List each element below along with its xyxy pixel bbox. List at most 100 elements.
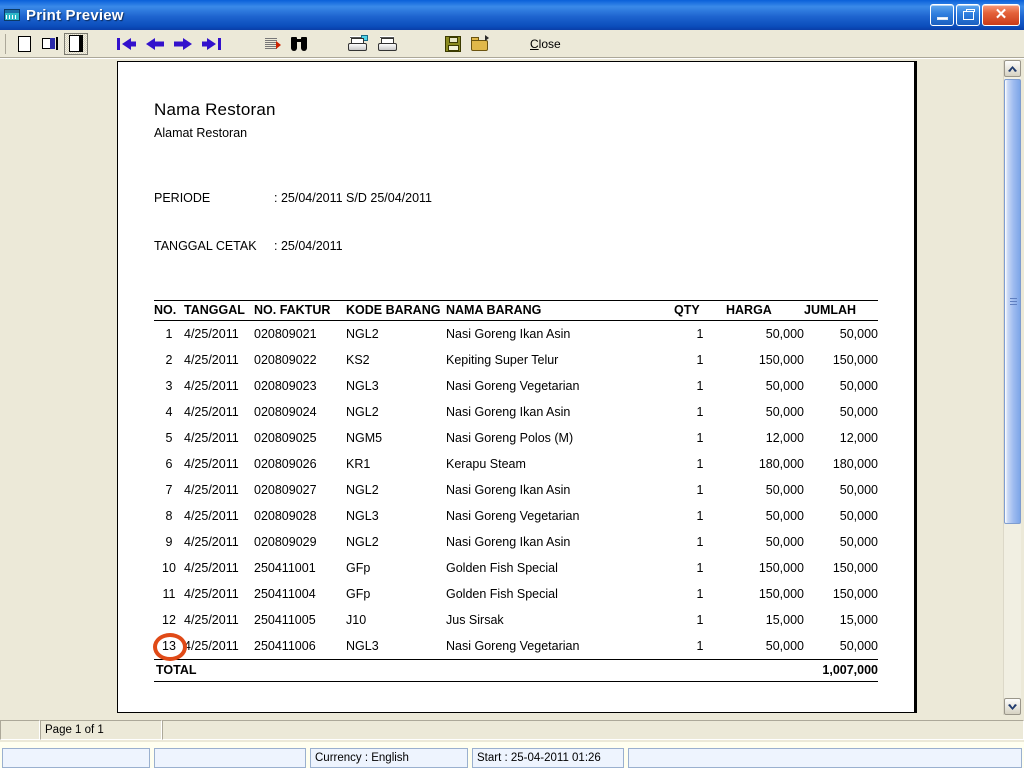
print-preview-window: Print Preview ✕ Close Nama Restoran Alam… (0, 0, 1024, 768)
maximize-restore-button[interactable] (956, 4, 980, 26)
last-page-arrow-icon (201, 37, 221, 51)
vertical-scrollbar[interactable] (1003, 60, 1021, 715)
cell-qty: 1 (696, 353, 704, 367)
goto-page-button[interactable] (261, 33, 285, 55)
cell-no-faktur: 250411004 (254, 587, 316, 601)
cell-jumlah: 180,000 (832, 457, 878, 471)
cell-tanggal: 4/25/2011 (184, 509, 239, 523)
window-controls: ✕ (930, 4, 1020, 26)
status-page-indicator: Page 1 of 1 (40, 720, 162, 740)
cell-qty: 1 (696, 561, 704, 575)
scrollbar-thumb[interactable] (1004, 79, 1021, 524)
two-page-view-button[interactable] (38, 33, 62, 55)
cell-no-faktur: 020809024 (254, 405, 317, 419)
report-table: NO. TANGGAL NO. FAKTUR KODE BARANG NAMA … (154, 300, 878, 682)
status2-start-time: Start : 25-04-2011 01:26 (472, 748, 624, 768)
cell-kode-barang: NGL3 (346, 509, 379, 523)
table-row: 5 4/25/2011 020809025 NGM5 Nasi Goreng Polos… (154, 425, 878, 451)
page-width-view-button[interactable] (64, 32, 88, 55)
cell-no-faktur: 020809028 (254, 509, 317, 523)
table-row: 13 4/25/2011 250411006 NGL3 Nasi Goreng Vege… (154, 633, 878, 660)
find-button[interactable] (287, 33, 311, 55)
cell-kode-barang: NGL3 (346, 379, 379, 393)
cell-jumlah: 50,000 (839, 327, 878, 341)
cell-qty: 1 (696, 509, 704, 523)
cell-no-faktur: 020809029 (254, 535, 317, 549)
cell-tanggal: 4/25/2011 (184, 535, 239, 549)
cell-tanggal: 4/25/2011 (184, 379, 239, 393)
table-row: 4 4/25/2011 020809024 NGL2 Nasi Goreng Ikan … (154, 399, 878, 425)
cell-kode-barang: GFp (346, 587, 371, 601)
print-setup-button[interactable] (344, 33, 372, 55)
total-label: TOTAL (154, 659, 674, 682)
cell-qty: 1 (696, 483, 704, 497)
open-button[interactable] (467, 33, 493, 55)
cell-harga: 50,000 (765, 535, 804, 549)
cell-no-faktur: 250411006 (254, 639, 316, 653)
cell-jumlah: 50,000 (839, 405, 878, 419)
floppy-disk-icon (445, 35, 461, 52)
close-preview-button[interactable]: Close (522, 35, 569, 53)
cell-no: 2 (165, 353, 173, 367)
cell-jumlah: 50,000 (839, 379, 878, 393)
cell-kode-barang: NGL2 (346, 535, 379, 549)
preview-viewport[interactable]: Nama Restoran Alamat Restoran PERIODE : … (3, 61, 1001, 716)
cell-tanggal: 4/25/2011 (184, 587, 239, 601)
cell-no-faktur: 020809023 (254, 379, 317, 393)
title-bar: Print Preview ✕ (0, 0, 1024, 30)
status2-cell-2 (154, 748, 306, 768)
first-page-button[interactable] (114, 33, 140, 55)
report-title: Nama Restoran (154, 100, 276, 119)
cell-nama-barang: Jus Sirsak (446, 613, 504, 627)
cell-nama-barang: Nasi Goreng Vegetarian (446, 639, 580, 653)
printer-icon (378, 35, 398, 52)
report-table-head: NO. TANGGAL NO. FAKTUR KODE BARANG NAMA … (154, 300, 878, 321)
scroll-up-button[interactable] (1004, 60, 1021, 77)
two-page-icon (41, 36, 59, 52)
printer-setup-icon (348, 34, 368, 52)
table-row: 12 4/25/2011 250411005 J10 Jus Sirsak 1 15,000… (154, 607, 878, 633)
cell-no: 8 (165, 509, 173, 523)
next-page-button[interactable] (170, 33, 196, 55)
cell-no: 5 (165, 431, 173, 445)
single-page-view-button[interactable] (12, 33, 36, 55)
cell-jumlah: 150,000 (832, 587, 878, 601)
total-qty-spacer (674, 659, 726, 682)
table-row: 3 4/25/2011 020809023 NGL3 Nasi Goreng Veget… (154, 373, 878, 399)
cell-kode-barang: NGL2 (346, 405, 379, 419)
save-button[interactable] (441, 33, 465, 55)
cell-no-faktur: 020809027 (254, 483, 317, 497)
first-page-arrow-icon (117, 37, 137, 51)
cell-nama-barang: Golden Fish Special (446, 587, 558, 601)
cell-no-faktur: 020809025 (254, 431, 317, 445)
minimize-button[interactable] (930, 4, 954, 26)
cell-jumlah: 50,000 (839, 639, 878, 653)
close-button[interactable]: ✕ (982, 4, 1020, 26)
cell-kode-barang: J10 (346, 613, 367, 627)
cell-harga: 50,000 (765, 379, 804, 393)
previous-page-button[interactable] (142, 33, 168, 55)
scrollbar-grip-icon (1010, 297, 1017, 305)
table-row: 10 4/25/2011 250411001 GFp Golden Fish Speci… (154, 555, 878, 581)
meta-label-tanggal-cetak: TANGGAL CETAK (154, 239, 257, 253)
cell-no: 9 (165, 535, 173, 549)
cell-no: 10 (162, 561, 176, 575)
scroll-down-button[interactable] (1004, 698, 1021, 715)
table-row: 9 4/25/2011 020809029 NGL2 Nasi Goreng Ikan … (154, 529, 878, 555)
cell-no-faktur: 020809022 (254, 353, 317, 367)
cell-harga: 180,000 (758, 457, 804, 471)
single-page-icon (17, 35, 31, 52)
last-page-button[interactable] (198, 33, 224, 55)
cell-nama-barang: Nasi Goreng Ikan Asin (446, 327, 571, 341)
cell-qty: 1 (696, 639, 704, 653)
table-row: 6 4/25/2011 020809026 KR1 Kerapu Steam 1 180,0… (154, 451, 878, 477)
cell-jumlah: 50,000 (839, 535, 878, 549)
print-button[interactable] (374, 33, 402, 55)
col-header-jumlah: JUMLAH (804, 300, 878, 321)
cell-kode-barang: GFp (346, 561, 371, 575)
table-row: 2 4/25/2011 020809022 KS2 Kepiting Super Tel… (154, 347, 878, 373)
cell-nama-barang: Nasi Goreng Polos (M) (446, 431, 574, 445)
cell-harga: 150,000 (758, 353, 804, 367)
previous-page-arrow-icon (145, 37, 165, 51)
table-row: 7 4/25/2011 020809027 NGL2 Nasi Goreng Ikan … (154, 477, 878, 503)
